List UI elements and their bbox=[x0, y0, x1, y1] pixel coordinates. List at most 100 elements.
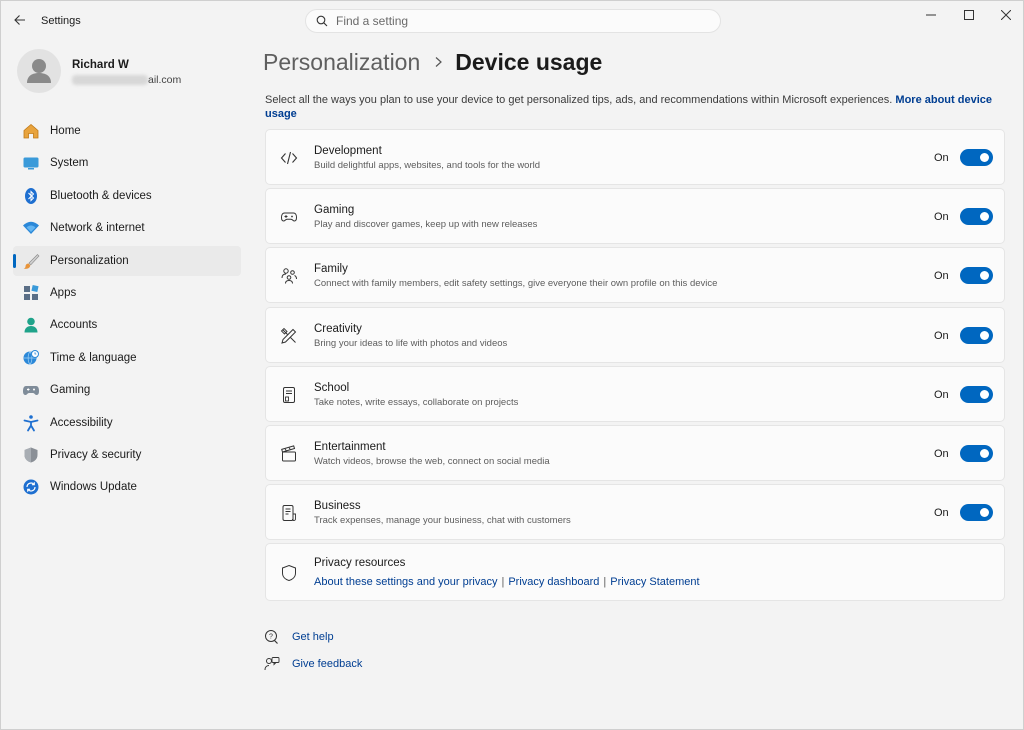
card-description: Track expenses, manage your business, ch… bbox=[314, 515, 571, 527]
toggle-state-label: On bbox=[934, 152, 949, 164]
maximize-button[interactable] bbox=[951, 1, 987, 29]
accounts-icon bbox=[22, 316, 40, 334]
gamepad-icon bbox=[22, 381, 40, 399]
title-bar: Settings bbox=[1, 1, 1023, 41]
back-button[interactable] bbox=[9, 9, 31, 31]
sidebar-item-home[interactable]: Home bbox=[13, 116, 241, 146]
about-settings-privacy-link[interactable]: About these settings and your privacy bbox=[314, 576, 497, 588]
card-title: Gaming bbox=[314, 204, 355, 217]
pen-ruler-icon bbox=[279, 326, 299, 346]
card-description: Connect with family members, edit safety… bbox=[314, 278, 718, 290]
link-separator: | bbox=[603, 576, 607, 589]
sidebar-item-accounts[interactable]: Accounts bbox=[13, 310, 241, 340]
user-avatar-icon bbox=[27, 59, 51, 83]
accessibility-icon bbox=[22, 414, 40, 432]
card-title: Family bbox=[314, 263, 348, 276]
link-separator: | bbox=[501, 576, 505, 589]
card-description: Take notes, write essays, collaborate on… bbox=[314, 396, 519, 408]
breadcrumb-parent[interactable]: Personalization bbox=[263, 49, 420, 76]
entertainment-toggle[interactable] bbox=[960, 444, 993, 462]
search-box[interactable] bbox=[305, 9, 721, 33]
sidebar-item-label: Gaming bbox=[50, 384, 91, 397]
sidebar-item-label: Home bbox=[50, 125, 81, 137]
sidebar-item-personalization[interactable]: Personalization bbox=[13, 245, 241, 276]
sidebar-item-gaming[interactable]: Gaming bbox=[13, 375, 241, 405]
card-description: Bring your ideas to life with photos and… bbox=[314, 337, 508, 349]
notebook-icon bbox=[279, 385, 299, 405]
minimize-button[interactable] bbox=[913, 1, 949, 29]
page-description: Select all the ways you plan to use your… bbox=[265, 93, 995, 121]
sidebar-item-apps[interactable]: Apps bbox=[13, 278, 241, 308]
sidebar-item-time-language[interactable]: Time & language bbox=[13, 343, 241, 373]
usage-card-gaming: Gaming Play and discover games, keep up … bbox=[265, 188, 1005, 245]
search-input[interactable] bbox=[336, 14, 696, 28]
card-title: Privacy resources bbox=[314, 557, 406, 570]
privacy-dashboard-link[interactable]: Privacy dashboard bbox=[508, 576, 599, 588]
help-chat-icon: ? bbox=[264, 629, 280, 645]
sidebar-item-label: Windows Update bbox=[50, 481, 137, 494]
toggle-knob bbox=[980, 448, 989, 458]
card-title: Creativity bbox=[314, 322, 362, 335]
family-toggle[interactable] bbox=[960, 267, 993, 285]
privacy-links: About these settings and your privacy | Pr… bbox=[314, 576, 700, 588]
close-icon bbox=[1001, 10, 1011, 20]
card-description: Build delightful apps, websites, and too… bbox=[314, 160, 541, 171]
sidebar-item-label: Accounts bbox=[50, 319, 98, 332]
minimize-icon bbox=[926, 14, 936, 16]
home-icon bbox=[22, 122, 40, 140]
device-usage-list: Development Build delightful apps, websi… bbox=[265, 129, 1005, 605]
sidebar-item-windows-update[interactable]: Windows Update bbox=[13, 472, 241, 502]
toggle-knob bbox=[980, 153, 989, 162]
card-title: School bbox=[314, 381, 350, 394]
shield-outline-icon bbox=[279, 563, 299, 583]
usage-card-creativity: Creativity Bring your ideas to life with… bbox=[265, 306, 1005, 363]
user-profile[interactable]: Richard W ail.com bbox=[15, 47, 245, 101]
sidebar-item-bluetooth[interactable]: Bluetooth & devices bbox=[13, 181, 241, 211]
sidebar-item-label: Privacy & security bbox=[50, 448, 142, 461]
usage-card-development: Development Build delightful apps, websi… bbox=[265, 129, 1005, 185]
chevron-right-icon bbox=[434, 56, 443, 68]
toggle-state-label: On bbox=[934, 270, 949, 283]
sidebar-item-privacy-security[interactable]: Privacy & security bbox=[13, 440, 241, 470]
bluetooth-icon bbox=[22, 187, 40, 205]
user-email: ail.com bbox=[148, 74, 182, 86]
creativity-toggle[interactable] bbox=[960, 326, 993, 344]
sidebar-item-label: Personalization bbox=[50, 254, 129, 267]
email-redaction bbox=[72, 75, 148, 85]
toggle-state-label: On bbox=[934, 329, 949, 342]
usage-card-entertainment: Entertainment Watch videos, browse the w… bbox=[265, 424, 1005, 481]
close-button[interactable] bbox=[988, 1, 1024, 29]
usage-card-family: Family Connect with family members, edit… bbox=[265, 247, 1005, 304]
give-feedback-link[interactable]: Give feedback bbox=[264, 656, 362, 672]
development-toggle[interactable] bbox=[960, 149, 993, 166]
gaming-toggle[interactable] bbox=[960, 208, 993, 226]
get-help-label: Get help bbox=[292, 631, 334, 643]
toggle-knob bbox=[980, 389, 989, 399]
school-toggle[interactable] bbox=[960, 385, 993, 403]
privacy-resources-card: Privacy resources About these settings a… bbox=[265, 543, 1005, 602]
toggle-knob bbox=[980, 271, 989, 281]
paintbrush-icon bbox=[22, 252, 40, 270]
sidebar-item-system[interactable]: System bbox=[13, 148, 241, 178]
sidebar-item-accessibility[interactable]: Accessibility bbox=[13, 408, 241, 438]
give-feedback-label: Give feedback bbox=[292, 658, 363, 670]
usage-card-school: School Take notes, write essays, collabo… bbox=[265, 365, 1005, 422]
get-help-link[interactable]: ? Get help bbox=[264, 629, 334, 645]
gamepad-icon bbox=[279, 207, 299, 227]
code-icon bbox=[279, 148, 299, 168]
sidebar-item-label: Network & internet bbox=[50, 222, 145, 235]
user-name: Richard W bbox=[72, 59, 129, 71]
business-toggle[interactable] bbox=[960, 504, 993, 522]
toggle-knob bbox=[980, 508, 989, 518]
privacy-statement-link[interactable]: Privacy Statement bbox=[610, 576, 699, 588]
search-icon bbox=[316, 15, 328, 27]
family-icon bbox=[279, 266, 299, 286]
sidebar-item-network[interactable]: Network & internet bbox=[13, 213, 241, 243]
toggle-state-label: On bbox=[934, 211, 949, 224]
card-title: Business bbox=[314, 500, 361, 513]
system-icon bbox=[22, 154, 40, 172]
update-icon bbox=[22, 478, 40, 496]
globe-clock-icon bbox=[22, 349, 40, 367]
sidebar-item-label: Time & language bbox=[50, 351, 137, 364]
description-text: Select all the ways you plan to use your… bbox=[265, 94, 893, 106]
